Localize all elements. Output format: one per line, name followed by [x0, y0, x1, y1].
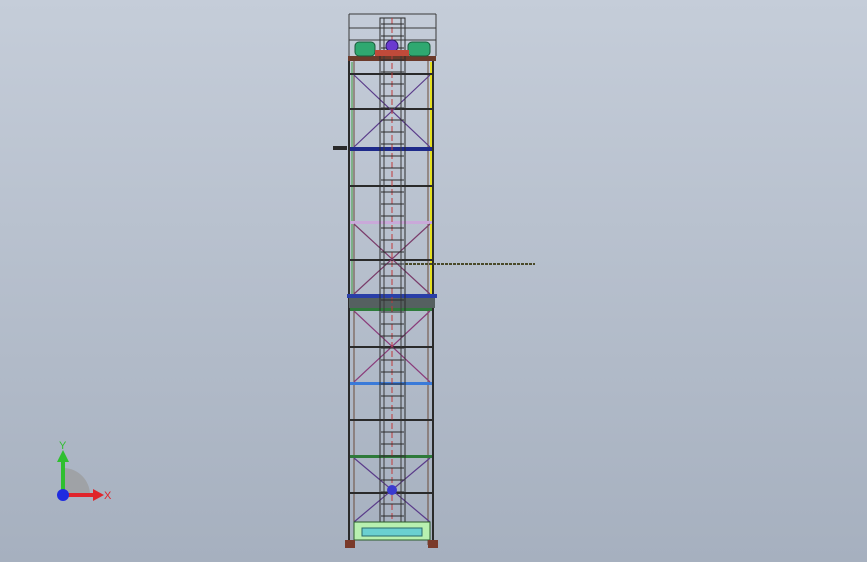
z-axis-dot-icon — [57, 489, 69, 501]
central-ladder — [379, 17, 406, 531]
graphics-viewport[interactable]: Y X — [0, 0, 867, 562]
x-axis-label: X — [104, 490, 112, 502]
x-axis-arrow-icon — [93, 489, 104, 501]
coordinate-triad: Y X — [57, 440, 112, 502]
y-axis-label: Y — [59, 440, 67, 452]
tower-model[interactable] — [0, 0, 867, 562]
